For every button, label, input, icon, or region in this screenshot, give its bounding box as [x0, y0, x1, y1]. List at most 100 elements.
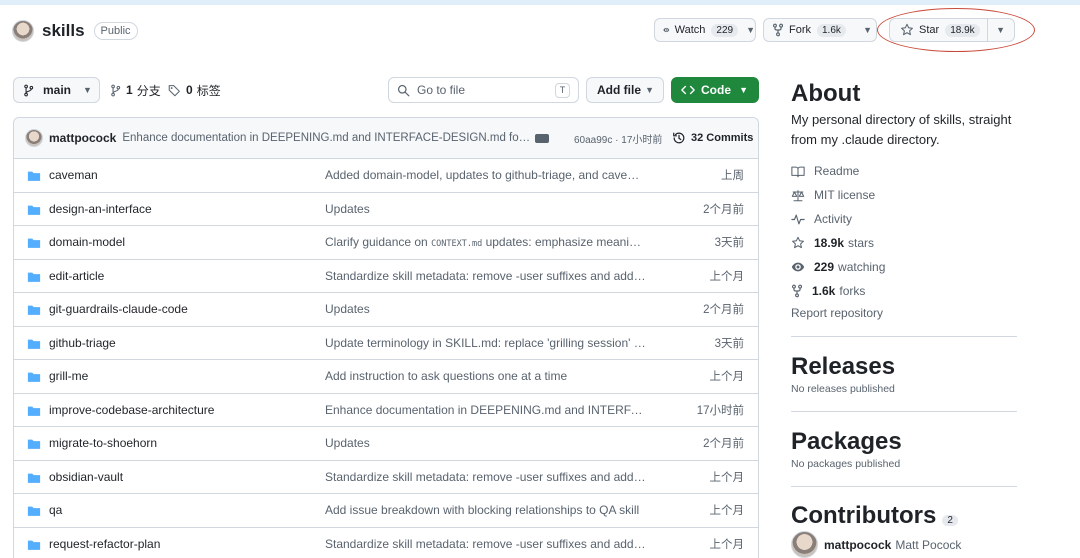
owner-avatar[interactable] — [12, 20, 34, 42]
file-name[interactable]: grill-me — [49, 369, 88, 383]
chevron-down-icon[interactable]: ▼ — [996, 25, 1005, 35]
commit-message[interactable]: Standardize skill metadata: remove -user… — [325, 537, 647, 551]
stars-link[interactable]: 18.9k stars — [791, 234, 874, 252]
forks-label: forks — [839, 284, 866, 298]
table-row[interactable]: edit-article Standardize skill metadata: … — [14, 260, 758, 293]
activity-link[interactable]: Activity — [791, 210, 852, 228]
branches-label: 分支 — [136, 83, 161, 98]
folder-icon — [27, 304, 41, 316]
commit-author-avatar[interactable] — [25, 129, 43, 147]
fork-count: 1.6k — [817, 23, 846, 37]
fork-button[interactable]: Fork 1.6k ▼ — [763, 18, 877, 42]
contributors-heading[interactable]: Contributors 2 — [791, 502, 1031, 530]
commit-author[interactable]: mattpocock — [49, 131, 116, 145]
table-row[interactable]: grill-me Add instruction to ask questions… — [14, 360, 758, 394]
commit-message[interactable]: Add issue breakdown with blocking relati… — [325, 503, 647, 517]
branch-selector[interactable]: main ▼ — [13, 77, 100, 103]
readme-link[interactable]: Readme — [791, 162, 859, 180]
folder-icon — [27, 539, 41, 551]
folder-icon — [27, 505, 41, 517]
commit-time: 17小时前 — [696, 404, 744, 417]
table-row[interactable]: github-triage Update terminology in SKILL… — [14, 327, 758, 360]
file-name[interactable]: obsidian-vault — [49, 470, 123, 484]
commit-message[interactable]: Enhance documentation in DEEPENING.md an… — [122, 132, 532, 144]
table-row[interactable]: git-guardrails-claude-code Updates 2个月前 — [14, 293, 758, 327]
commit-message[interactable]: Add instruction to ask questions one at … — [325, 369, 647, 383]
report-repository-link[interactable]: Report repository — [791, 306, 883, 320]
folder-icon — [27, 170, 41, 182]
watching-link[interactable]: 229 watching — [791, 258, 885, 276]
branches-link[interactable]: 1 分支 — [110, 77, 161, 103]
table-row[interactable]: caveman Added domain-model, updates to gi… — [14, 159, 758, 193]
file-name[interactable]: domain-model — [49, 235, 125, 249]
chevron-down-icon[interactable]: ▼ — [863, 25, 872, 35]
forks-count: 1.6k — [812, 284, 836, 298]
code-button[interactable]: Code ▼ — [671, 77, 759, 103]
packages-heading[interactable]: Packages — [791, 428, 1031, 456]
commits-link[interactable]: 32 Commits — [672, 131, 753, 145]
commit-message[interactable]: Updates — [325, 202, 647, 216]
branches-count: 1 — [126, 83, 133, 97]
commit-hash-time[interactable]: 60aa99c · 17小时前 — [574, 131, 662, 146]
tags-link[interactable]: 0 标签 — [168, 77, 221, 103]
commit-message[interactable]: Updates — [325, 302, 647, 316]
file-name[interactable]: request-refactor-plan — [49, 537, 160, 551]
releases-heading[interactable]: Releases — [791, 353, 1031, 381]
commits-label: 32 Commits — [691, 132, 754, 144]
table-row[interactable]: request-refactor-plan Standardize skill m… — [14, 528, 758, 558]
commit-message[interactable]: Clarify guidance on CONTEXT.md updates: … — [325, 235, 647, 249]
commit-message[interactable]: Added domain-model, updates to github-tr… — [325, 168, 647, 182]
repo-name[interactable]: skills — [42, 21, 85, 41]
button-divider — [987, 19, 988, 41]
watch-button[interactable]: Watch 229 ▼ — [654, 18, 756, 42]
commit-message[interactable]: Standardize skill metadata: remove -user… — [325, 470, 647, 484]
table-row[interactable]: migrate-to-shoehorn Updates 2个月前 — [14, 427, 758, 461]
code-icon — [681, 85, 695, 95]
commit-time: 上个月 — [709, 538, 745, 551]
commit-message[interactable]: Updates — [325, 436, 647, 450]
license-link[interactable]: MIT license — [791, 186, 875, 204]
commit-time: 3天前 — [714, 237, 744, 250]
table-row[interactable]: improve-codebase-architecture Enhance doc… — [14, 394, 758, 427]
watching-label: watching — [838, 260, 886, 274]
commit-message-code: CONTEXT.md — [431, 239, 483, 250]
tags-count: 0 — [186, 83, 193, 97]
table-row[interactable]: domain-model Clarify guidance on CONTEXT.… — [14, 226, 758, 260]
expand-commit-button[interactable] — [535, 134, 549, 143]
file-name[interactable]: migrate-to-shoehorn — [49, 436, 157, 450]
file-name[interactable]: improve-codebase-architecture — [49, 403, 214, 417]
top-strip — [0, 0, 1080, 5]
folder-icon — [27, 204, 41, 216]
forks-link[interactable]: 1.6k forks — [791, 282, 865, 300]
folder-icon — [27, 405, 41, 417]
star-icon — [901, 23, 913, 36]
star-count: 18.9k — [945, 23, 980, 37]
contributor-item[interactable]: mattpocock Matt Pocock — [791, 531, 961, 558]
table-row[interactable]: design-an-interface Updates 2个月前 — [14, 193, 758, 226]
file-name[interactable]: design-an-interface — [49, 202, 152, 216]
contributor-login[interactable]: mattpocock — [824, 538, 891, 552]
branch-name: main — [43, 83, 72, 97]
table-row[interactable]: obsidian-vault Standardize skill metadata… — [14, 461, 758, 494]
commit-message[interactable]: Enhance documentation in DEEPENING.md an… — [325, 403, 647, 417]
file-name[interactable]: caveman — [49, 168, 98, 182]
branch-icon — [24, 84, 34, 96]
commit-time: 上周 — [721, 170, 744, 183]
fork-icon — [791, 284, 803, 298]
latest-commit-bar: mattpocock Enhance documentation in DEEP… — [14, 118, 758, 159]
contributor-avatar[interactable] — [791, 531, 818, 558]
file-name[interactable]: github-triage — [49, 336, 116, 350]
go-to-file-input[interactable]: Go to file T — [388, 77, 579, 103]
file-name[interactable]: qa — [49, 503, 62, 517]
commit-message[interactable]: Standardize skill metadata: remove -user… — [325, 269, 647, 283]
chevron-down-icon[interactable]: ▼ — [746, 25, 755, 35]
commit-message-part: Clarify guidance on — [325, 235, 432, 250]
book-icon — [791, 166, 805, 177]
file-name[interactable]: edit-article — [49, 269, 104, 283]
table-row[interactable]: qa Add issue breakdown with blocking rela… — [14, 494, 758, 528]
add-file-button[interactable]: Add file ▼ — [586, 77, 664, 103]
file-name[interactable]: git-guardrails-claude-code — [49, 302, 188, 316]
star-button[interactable]: Star 18.9k ▼ — [889, 18, 1015, 42]
divider — [791, 336, 1017, 337]
commit-message[interactable]: Update terminology in SKILL.md: replace … — [325, 336, 647, 350]
